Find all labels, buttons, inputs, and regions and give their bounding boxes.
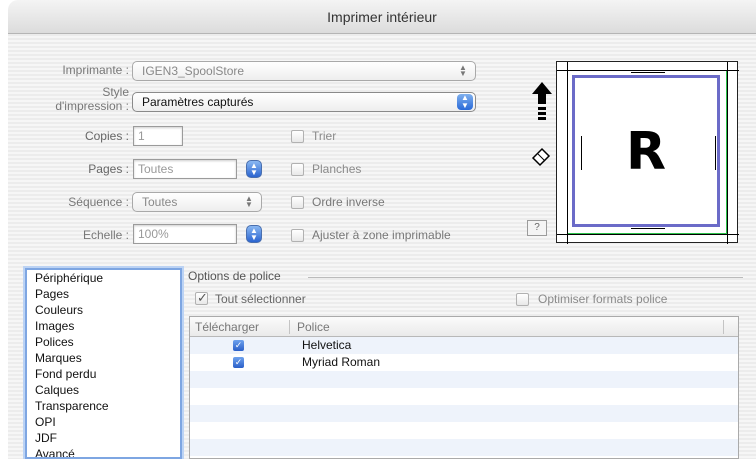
collate-checkbox[interactable] xyxy=(291,130,304,143)
crop-mark xyxy=(557,234,739,235)
table-row[interactable]: ✓ Helvetica xyxy=(190,337,738,354)
pages-label: Pages : xyxy=(88,162,129,176)
sidebar-item-layers[interactable]: Calques xyxy=(27,382,180,398)
crop-mark xyxy=(557,70,739,71)
table-body: ✓ Helvetica ✓ Myriad Roman xyxy=(190,337,738,456)
table-row-empty xyxy=(190,422,738,439)
sidebar-item-marks[interactable]: Marques xyxy=(27,350,180,366)
copies-label: Copies : xyxy=(84,129,129,143)
printer-value: IGEN3_SpoolStore xyxy=(142,64,245,78)
print-dialog: Imprimante : IGEN3_SpoolStore ▲ ▼ Style d… xyxy=(8,34,756,459)
style-value: Paramètres capturés xyxy=(142,95,254,109)
select-all-checkbox[interactable]: ✓ xyxy=(195,290,208,305)
style-label: Style d'impression : xyxy=(16,85,129,113)
sequence-value: Toutes xyxy=(142,195,178,209)
sidebar-item-device[interactable]: Périphérique xyxy=(27,270,180,286)
table-row-empty xyxy=(190,388,738,405)
scale-field[interactable]: 100% xyxy=(133,224,237,244)
spreads-label: Planches xyxy=(312,162,362,176)
sidebar-item-transparency[interactable]: Transparence xyxy=(27,398,180,414)
font-name: Myriad Roman xyxy=(302,355,381,369)
sidebar-item-pages[interactable]: Pages xyxy=(27,286,180,302)
optimize-fonts-checkbox[interactable] xyxy=(516,293,529,306)
checkmark-icon: ✓ xyxy=(197,290,208,305)
collate-label: Trier xyxy=(312,129,337,143)
printer-label: Imprimante : xyxy=(62,63,129,77)
column-header-font[interactable]: Police xyxy=(297,317,497,337)
scale-stepper-icon[interactable]: ▲ ▼ xyxy=(246,225,262,243)
style-label-line1: Style xyxy=(102,85,129,99)
page-preview: R xyxy=(556,61,739,244)
preview-letter: R xyxy=(625,122,667,182)
download-checkbox[interactable]: ✓ xyxy=(233,357,244,368)
print-style-popup[interactable]: Paramètres capturés ▲ ▼ xyxy=(132,92,476,112)
updown-arrows-icon: ▲ ▼ xyxy=(245,194,253,209)
print-sections-list[interactable]: Périphérique Pages Couleurs Images Polic… xyxy=(25,268,182,459)
style-label-line2: d'impression : xyxy=(55,99,129,113)
fit-printable-checkbox[interactable] xyxy=(291,229,304,242)
paper-feed-icon xyxy=(531,147,551,167)
crop-mark xyxy=(727,62,728,244)
table-row-empty xyxy=(190,371,738,388)
sequence-popup[interactable]: Toutes ▲ ▼ xyxy=(132,192,262,212)
help-button[interactable]: ? xyxy=(527,220,547,236)
sidebar-item-jdf[interactable]: JDF xyxy=(27,430,180,446)
font-options-title: Options de police xyxy=(188,269,281,283)
copies-field[interactable]: 1 xyxy=(133,126,183,146)
fit-printable-label: Ajuster à zone imprimable xyxy=(312,228,451,242)
page-frame: R xyxy=(572,75,720,227)
registration-mark xyxy=(581,136,582,170)
registration-mark xyxy=(631,228,665,229)
group-divider xyxy=(308,277,743,278)
select-all-label: Tout sélectionner xyxy=(215,292,306,306)
sidebar-item-fonts[interactable]: Polices xyxy=(27,334,180,350)
column-divider xyxy=(723,320,724,334)
sidebar-item-advanced[interactable]: Avancé xyxy=(27,446,180,457)
crop-mark xyxy=(567,62,568,244)
table-header: Télécharger Police xyxy=(190,317,738,337)
fonts-table: Télécharger Police ✓ Helvetica ✓ Myriad … xyxy=(189,316,739,459)
registration-mark xyxy=(631,72,665,73)
download-checkbox[interactable]: ✓ xyxy=(233,340,244,351)
registration-mark xyxy=(715,136,716,170)
sidebar-item-bleed[interactable]: Fond perdu xyxy=(27,366,180,382)
reverse-order-checkbox[interactable] xyxy=(291,196,304,209)
pages-field[interactable]: Toutes xyxy=(133,159,237,179)
reverse-order-label: Ordre inverse xyxy=(312,195,385,209)
window-title: Imprimer intérieur xyxy=(8,0,756,34)
sidebar-item-opi[interactable]: OPI xyxy=(27,414,180,430)
sequence-label: Séquence : xyxy=(68,195,129,209)
spreads-checkbox[interactable] xyxy=(291,163,304,176)
table-row[interactable]: ✓ Myriad Roman xyxy=(190,354,738,371)
updown-arrows-icon: ▲ ▼ xyxy=(457,94,473,110)
printer-popup[interactable]: IGEN3_SpoolStore ▲ ▼ xyxy=(132,61,476,81)
arrow-up-icon xyxy=(532,82,552,120)
table-row-empty xyxy=(190,439,738,456)
column-divider xyxy=(289,320,290,334)
sidebar-item-colors[interactable]: Couleurs xyxy=(27,302,180,318)
optimize-fonts-label: Optimiser formats police xyxy=(538,292,668,306)
scale-label: Echelle : xyxy=(82,228,129,242)
sidebar-item-images[interactable]: Images xyxy=(27,318,180,334)
table-row-empty xyxy=(190,405,738,422)
column-header-download[interactable]: Télécharger xyxy=(195,317,285,337)
font-name: Helvetica xyxy=(302,338,352,352)
pages-stepper-icon[interactable]: ▲ ▼ xyxy=(246,160,262,178)
updown-arrows-icon: ▲ ▼ xyxy=(459,63,467,78)
